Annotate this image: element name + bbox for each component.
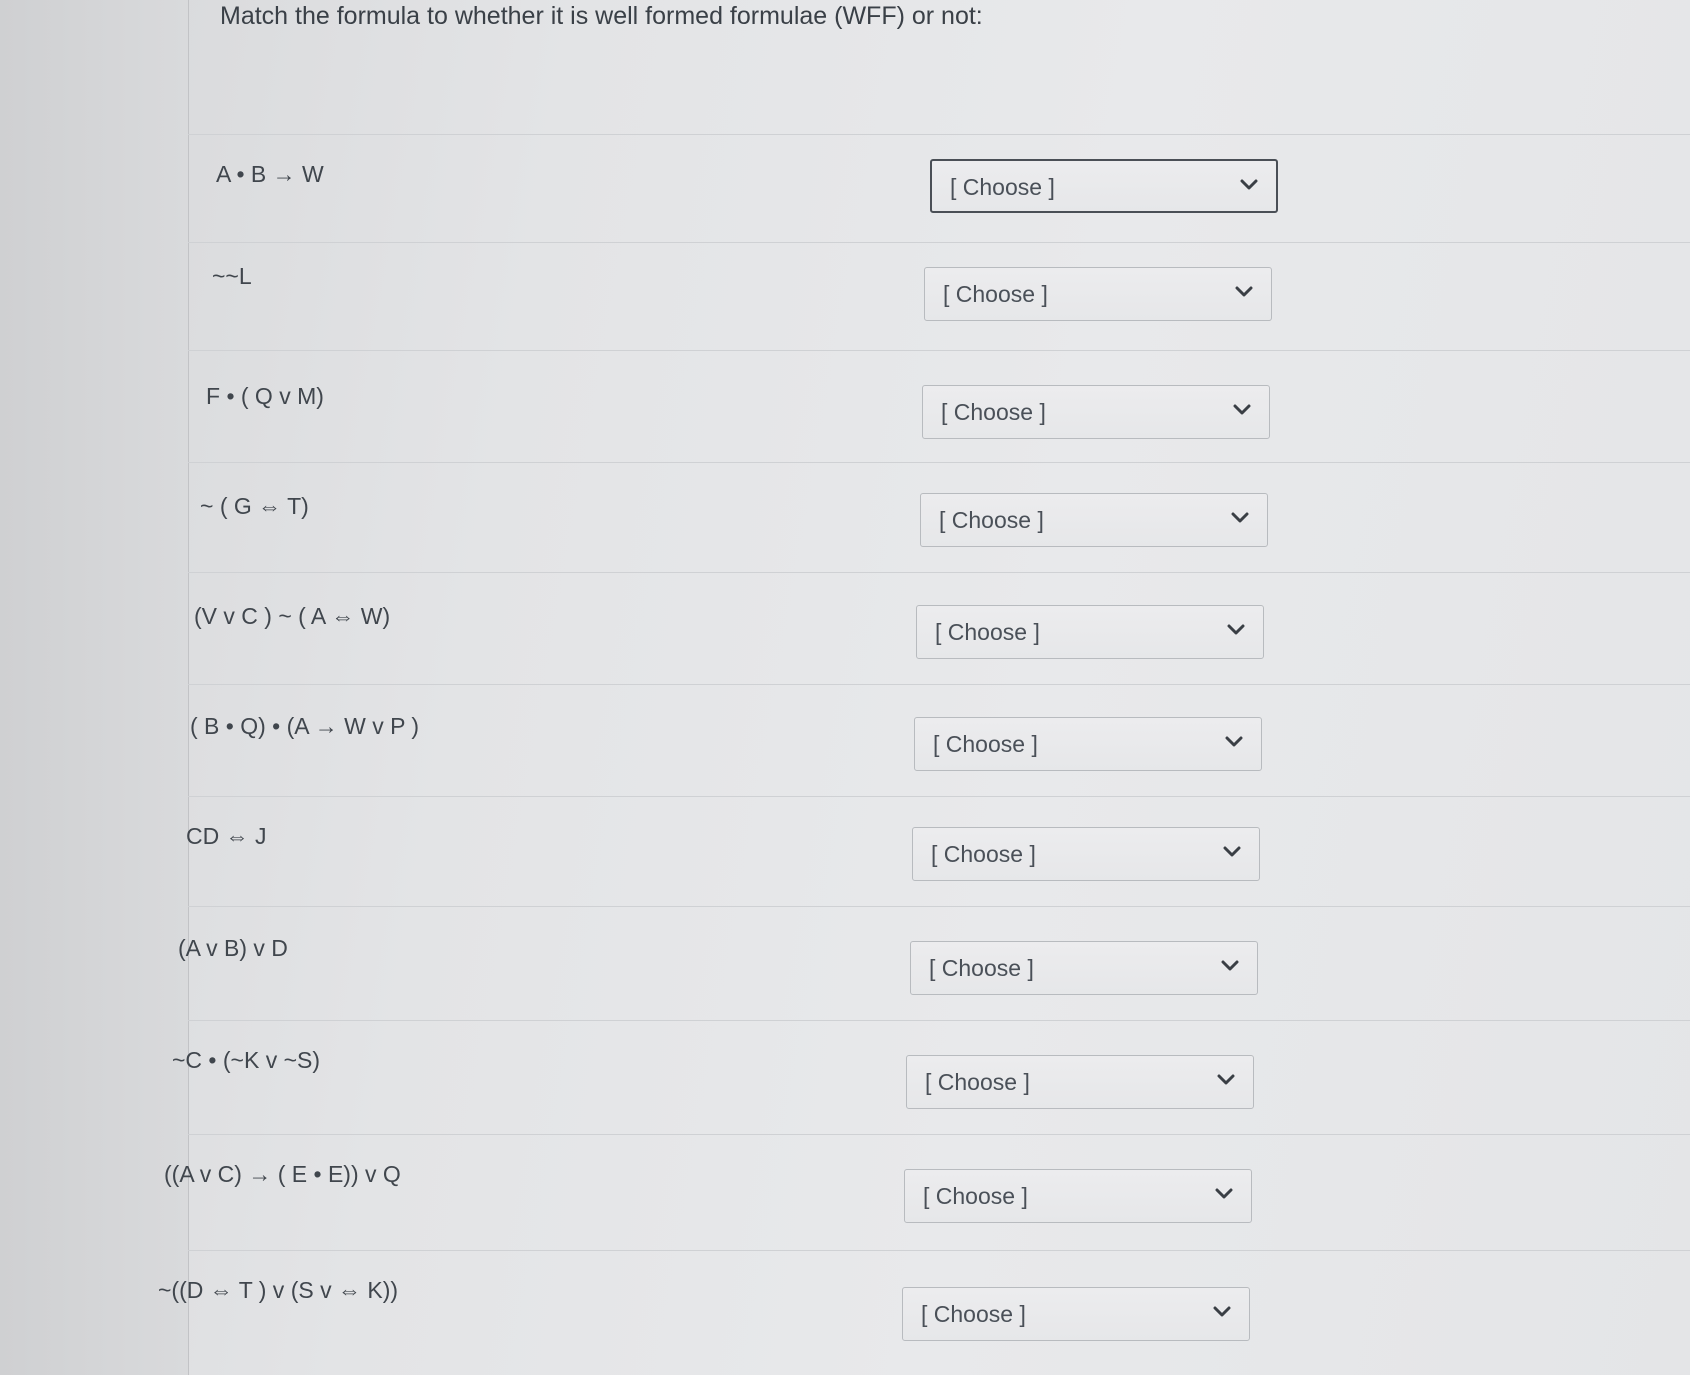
chevron-down-icon — [1227, 624, 1245, 635]
chevron-down-icon — [1233, 404, 1251, 415]
answer-select[interactable]: [ Choose ] — [930, 159, 1278, 213]
answer-select[interactable]: [ Choose ] — [922, 385, 1270, 439]
match-row: (A v B) v D [ Choose ] — [178, 906, 1690, 1015]
match-row: ((A v C) → ( E • E)) v Q [ Choose ] — [164, 1134, 1690, 1243]
select-value: [ Choose ] — [943, 281, 1048, 307]
answer-select[interactable]: [ Choose ] — [906, 1055, 1254, 1109]
match-row: ~~L [ Choose ] — [188, 242, 1690, 351]
formula-label: (A v B) v D — [178, 935, 288, 961]
answer-select[interactable]: [ Choose ] — [904, 1169, 1252, 1223]
select-value: [ Choose ] — [935, 619, 1040, 645]
answer-select[interactable]: [ Choose ] — [924, 267, 1272, 321]
chevron-down-icon — [1221, 960, 1239, 971]
question-title: Match the formula to whether it is well … — [220, 2, 983, 30]
formula-label: ~C • (~K v ~S) — [172, 1047, 321, 1073]
question-panel: Match the formula to whether it is well … — [158, 0, 1690, 1375]
answer-select[interactable]: [ Choose ] — [910, 941, 1258, 995]
formula-label: A • B → W — [216, 161, 324, 187]
formula-label: F • ( Q v M) — [206, 383, 324, 409]
answer-select[interactable]: [ Choose ] — [912, 827, 1260, 881]
chevron-down-icon — [1225, 736, 1243, 747]
formula-label: ~((D ⇔ T ) v (S v ⇔ K)) — [158, 1277, 399, 1303]
select-value: [ Choose ] — [941, 399, 1046, 425]
chevron-down-icon — [1240, 179, 1258, 190]
answer-select[interactable]: [ Choose ] — [920, 493, 1268, 547]
formula-label: ((A v C) → ( E • E)) v Q — [164, 1161, 401, 1187]
select-value: [ Choose ] — [923, 1183, 1028, 1209]
select-value: [ Choose ] — [939, 507, 1044, 533]
match-row: (V v C ) ~ ( A ⇔ W) [ Choose ] — [188, 572, 1690, 681]
match-row: ~((D ⇔ T ) v (S v ⇔ K)) [ Choose ] — [158, 1250, 1690, 1359]
chevron-down-icon — [1213, 1306, 1231, 1317]
answer-select[interactable]: [ Choose ] — [914, 717, 1262, 771]
chevron-down-icon — [1215, 1188, 1233, 1199]
match-row: ( B • Q) • (A → W v P ) [ Choose ] — [188, 684, 1690, 793]
match-row: F • ( Q v M) [ Choose ] — [188, 350, 1690, 459]
match-row: CD ⇔ J [ Choose ] — [186, 796, 1690, 905]
chevron-down-icon — [1217, 1074, 1235, 1085]
select-value: [ Choose ] — [933, 731, 1038, 757]
formula-label: CD ⇔ J — [186, 823, 267, 849]
formula-label: ( B • Q) • (A → W v P ) — [190, 713, 420, 739]
formula-label: ~~L — [212, 263, 252, 289]
chevron-down-icon — [1235, 286, 1253, 297]
formula-label: ~ ( G ⇔ T) — [200, 493, 309, 519]
select-value: [ Choose ] — [931, 841, 1036, 867]
answer-select[interactable]: [ Choose ] — [902, 1287, 1250, 1341]
chevron-down-icon — [1231, 512, 1249, 523]
select-value: [ Choose ] — [950, 174, 1055, 200]
left-gutter — [0, 0, 189, 1375]
formula-label: (V v C ) ~ ( A ⇔ W) — [194, 603, 391, 629]
select-value: [ Choose ] — [925, 1069, 1030, 1095]
chevron-down-icon — [1223, 846, 1241, 857]
match-row: A • B → W [ Choose ] — [188, 134, 1690, 243]
select-value: [ Choose ] — [929, 955, 1034, 981]
answer-select[interactable]: [ Choose ] — [916, 605, 1264, 659]
match-row: ~C • (~K v ~S) [ Choose ] — [172, 1020, 1690, 1129]
select-value: [ Choose ] — [921, 1301, 1026, 1327]
match-row: ~ ( G ⇔ T) [ Choose ] — [188, 462, 1690, 571]
